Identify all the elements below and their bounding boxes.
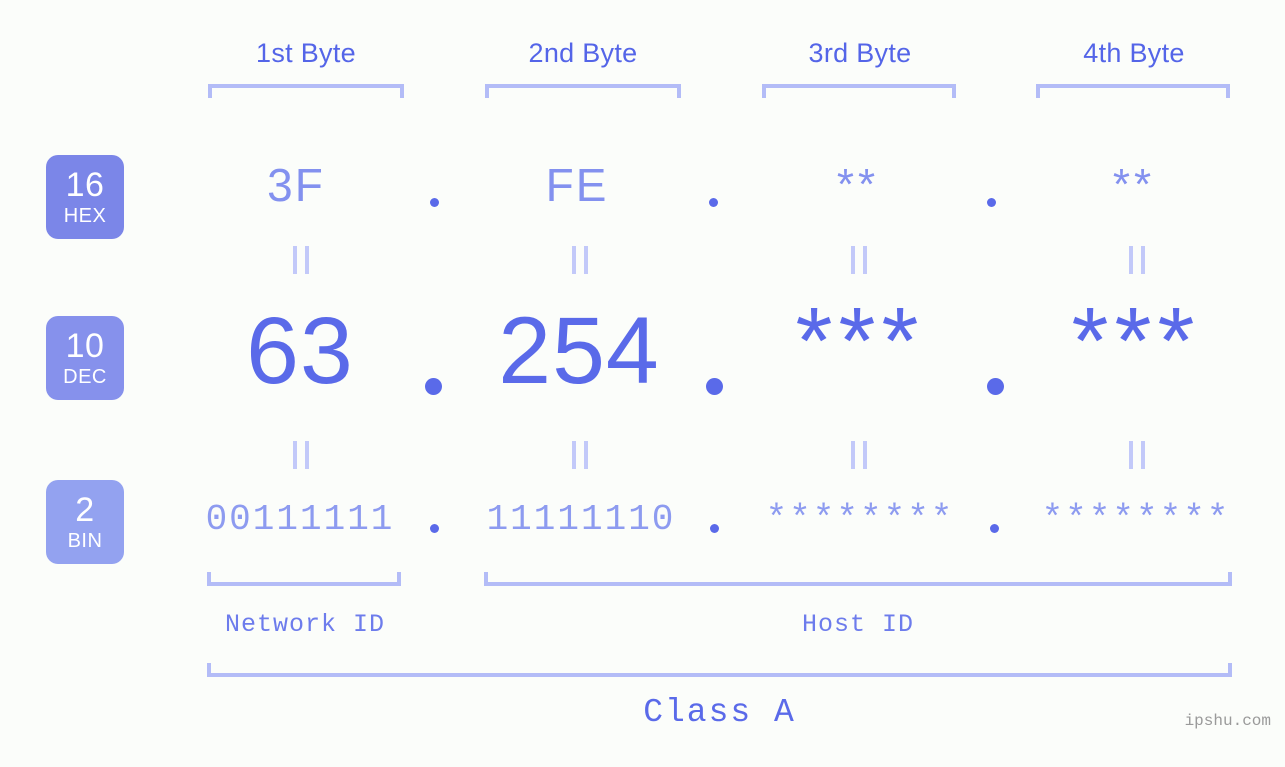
base-badge-dec-name: DEC <box>63 366 107 388</box>
base-badge-hex: 16 HEX <box>46 155 124 239</box>
bin-dot-1 <box>430 524 439 533</box>
host-id-bracket <box>484 572 1232 586</box>
dec-value-byte-2: 254 <box>498 298 660 404</box>
base-badge-dec-number: 10 <box>65 327 105 365</box>
base-badge-hex-name: HEX <box>63 205 107 227</box>
equals-mark-dec-bin-1 <box>293 441 309 469</box>
hex-value-byte-3: ** <box>836 160 880 209</box>
base-badge-hex-number: 16 <box>65 166 105 204</box>
bin-value-byte-1: 00111111 <box>205 499 395 540</box>
dec-dot-3 <box>987 378 1004 395</box>
class-label: Class A <box>643 694 796 731</box>
hex-value-byte-4: ** <box>1112 160 1156 209</box>
equals-mark-dec-bin-2 <box>572 441 588 469</box>
watermark: ipshu.com <box>1184 712 1271 730</box>
base-badge-bin-name: BIN <box>67 530 103 552</box>
dec-value-byte-3: *** <box>795 288 925 394</box>
byte-bracket-1 <box>208 84 404 98</box>
byte-header-2: 2nd Byte <box>528 38 638 68</box>
network-id-label: Network ID <box>224 610 386 639</box>
bin-dot-3 <box>990 524 999 533</box>
hex-dot-2 <box>709 198 718 207</box>
equals-mark-hex-dec-2 <box>572 246 588 274</box>
dec-dot-2 <box>706 378 723 395</box>
bin-dot-2 <box>710 524 719 533</box>
bin-value-byte-4: ******** <box>1041 499 1231 540</box>
byte-bracket-3 <box>762 84 956 98</box>
network-id-bracket <box>207 572 401 586</box>
equals-mark-hex-dec-1 <box>293 246 309 274</box>
hex-value-byte-1: 3F <box>267 159 325 211</box>
bin-value-byte-2: 11111110 <box>486 499 676 540</box>
bin-value-byte-3: ******** <box>765 499 955 540</box>
hex-dot-3 <box>987 198 996 207</box>
dec-dot-1 <box>425 378 442 395</box>
equals-mark-hex-dec-3 <box>851 246 867 274</box>
hex-dot-1 <box>430 198 439 207</box>
byte-header-3: 3rd Byte <box>808 38 912 68</box>
hex-value-byte-2: FE <box>545 159 609 211</box>
ip-address-breakdown-diagram: 1st Byte 2nd Byte 3rd Byte 4th Byte 16 H… <box>0 0 1285 767</box>
dec-value-byte-1: 63 <box>246 298 354 404</box>
byte-header-4: 4th Byte <box>1083 38 1185 68</box>
byte-bracket-4 <box>1036 84 1230 98</box>
dec-value-byte-4: *** <box>1071 288 1201 394</box>
equals-mark-hex-dec-4 <box>1129 246 1145 274</box>
base-badge-bin: 2 BIN <box>46 480 124 564</box>
byte-bracket-2 <box>485 84 681 98</box>
equals-mark-dec-bin-4 <box>1129 441 1145 469</box>
base-badge-dec: 10 DEC <box>46 316 124 400</box>
byte-header-1: 1st Byte <box>256 38 356 68</box>
base-badge-bin-number: 2 <box>75 491 95 529</box>
class-bracket <box>207 663 1232 677</box>
equals-mark-dec-bin-3 <box>851 441 867 469</box>
host-id-label: Host ID <box>801 610 915 639</box>
